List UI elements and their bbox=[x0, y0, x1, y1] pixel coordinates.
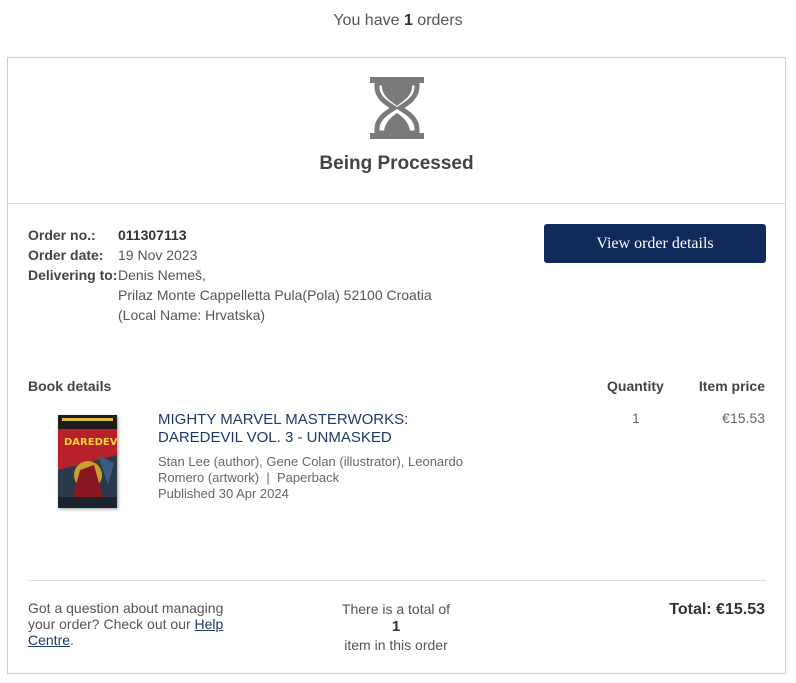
order-number-label: Order no.: bbox=[28, 227, 96, 243]
total-items-prefix: There is a total of bbox=[341, 601, 451, 617]
book-title-link[interactable]: MIGHTY MARVEL MASTERWORKS: DAREDEVIL VOL… bbox=[158, 411, 488, 447]
meta-separator: | bbox=[266, 470, 270, 485]
order-total: Total: €15.53 bbox=[669, 601, 765, 618]
item-quantity: 1 bbox=[632, 410, 640, 426]
item-price-header: Item price bbox=[698, 378, 765, 394]
order-count: 1 bbox=[403, 12, 413, 29]
book-details-header: Book details bbox=[28, 378, 112, 394]
order-card: Being Processed Order no.: 011307113 Ord… bbox=[7, 57, 786, 674]
address-local: (Local Name: Hrvatska) bbox=[118, 307, 266, 323]
summary-prefix: You have bbox=[333, 12, 400, 29]
book-meta: Stan Lee (author), Gene Colan (illustrat… bbox=[158, 454, 488, 502]
order-info: Order no.: 011307113 Order date: 19 Nov … bbox=[28, 225, 432, 325]
address-name: Denis Nemeš, bbox=[118, 267, 206, 283]
view-order-details-button[interactable]: View order details bbox=[544, 224, 766, 263]
book-cover-image[interactable]: DAREDEVIL bbox=[58, 415, 117, 508]
book-published: Published 30 Apr 2024 bbox=[158, 486, 289, 501]
help-text: Got a question about managing your order… bbox=[28, 600, 253, 648]
total-items-count: 1 bbox=[391, 618, 401, 635]
address-line: Prilaz Monte Cappelletta Pula(Pola) 5210… bbox=[118, 287, 432, 303]
order-status-section: Being Processed bbox=[8, 58, 785, 204]
total-items-suffix: item in this order bbox=[344, 637, 448, 653]
total-items: There is a total of 1 item in this order bbox=[326, 600, 466, 654]
orders-summary: You have 1 orders bbox=[0, 12, 796, 30]
summary-suffix: orders bbox=[417, 12, 463, 29]
book-format: Paperback bbox=[276, 470, 340, 485]
footer-divider bbox=[28, 580, 766, 581]
order-status-label: Being Processed bbox=[319, 153, 474, 174]
cover-title-text: DAREDEVIL bbox=[64, 437, 117, 448]
quantity-header: Quantity bbox=[607, 378, 664, 394]
order-date: 19 Nov 2023 bbox=[118, 247, 198, 263]
item-price: €15.53 bbox=[722, 410, 765, 426]
hourglass-icon bbox=[370, 77, 424, 139]
delivering-label: Delivering to: bbox=[28, 267, 118, 283]
help-end: . bbox=[70, 632, 74, 648]
order-date-label: Order date: bbox=[28, 247, 104, 263]
order-number: 011307113 bbox=[118, 227, 187, 243]
